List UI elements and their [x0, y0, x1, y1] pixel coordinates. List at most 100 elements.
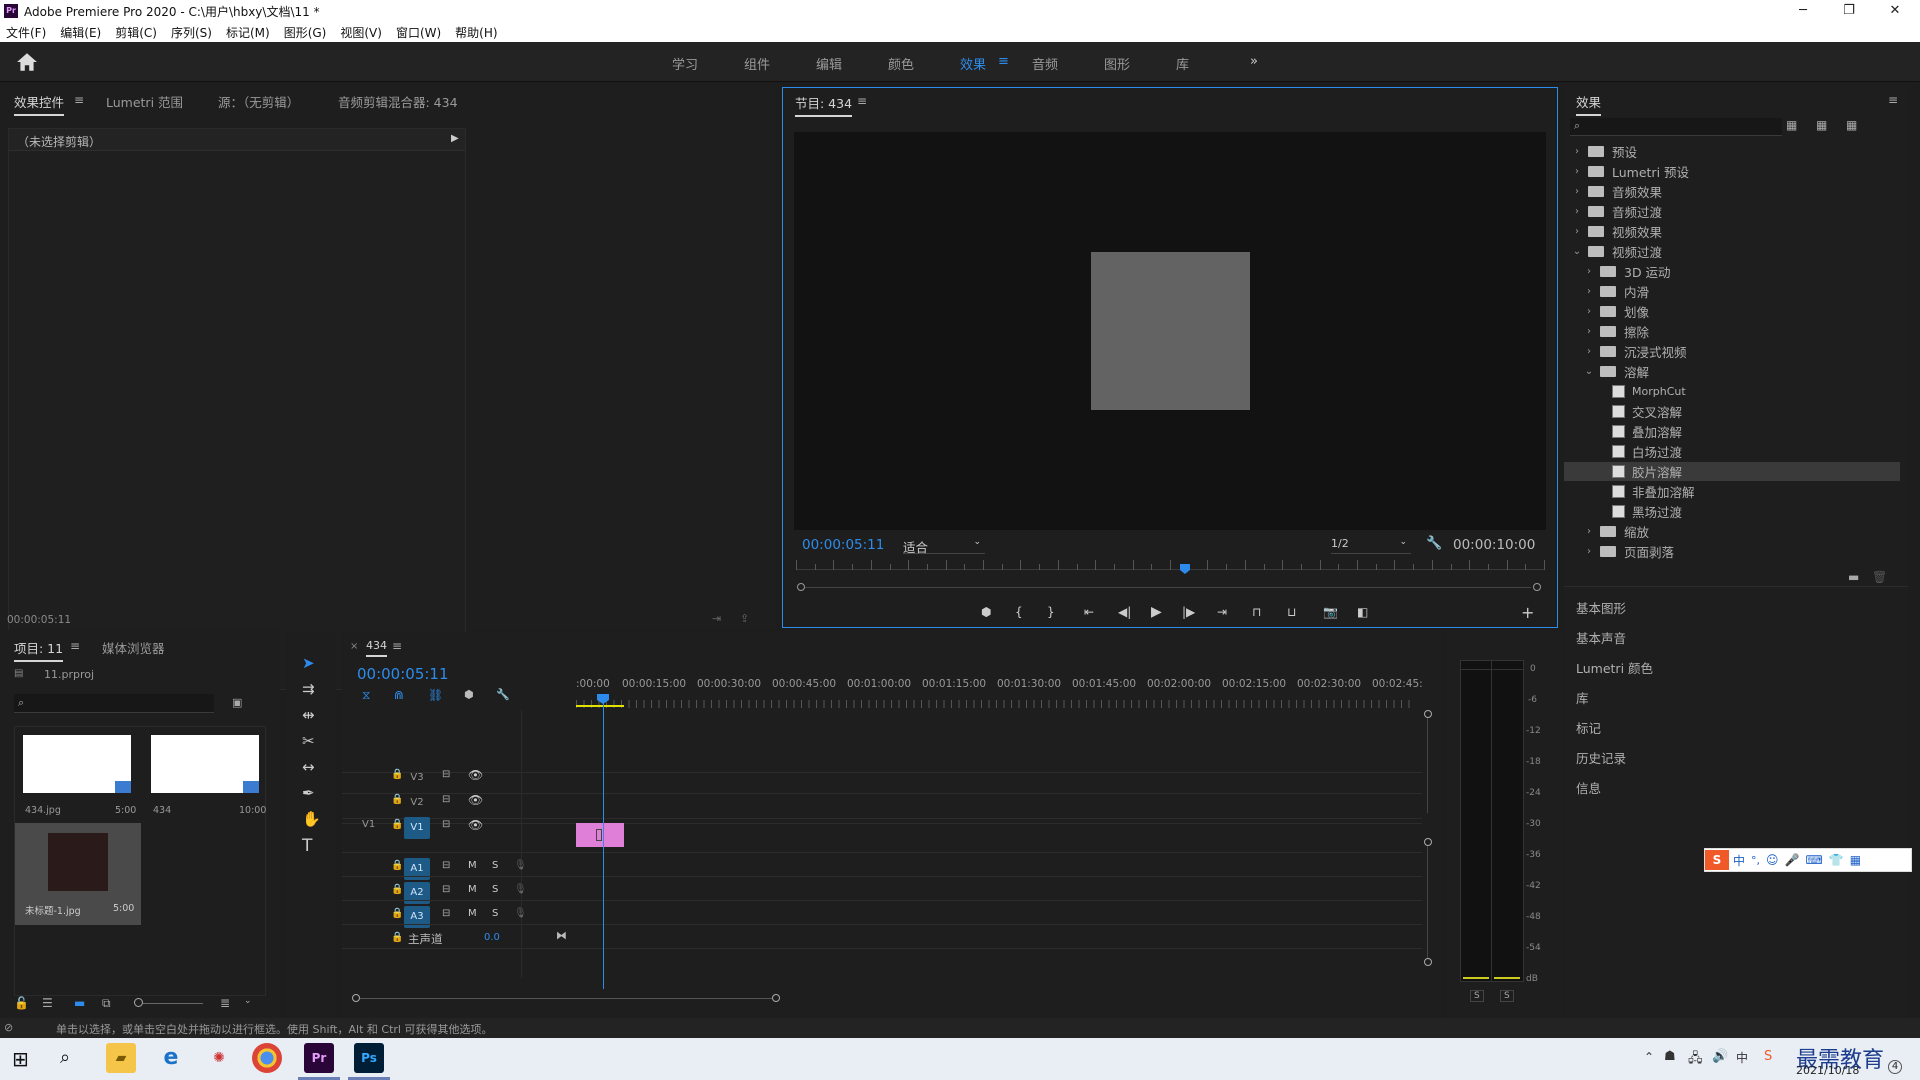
panel-markers[interactable]: 标记: [1576, 718, 1601, 737]
linked-selection-icon[interactable]: ⛓: [428, 688, 443, 702]
solo-button[interactable]: S: [492, 884, 498, 895]
ime-keyboard-icon[interactable]: ⌨: [1805, 853, 1822, 867]
sync-lock-icon[interactable]: ⊟: [442, 794, 450, 805]
ime-voice-icon[interactable]: 🎤: [1785, 853, 1800, 867]
vscroll-track[interactable]: [1427, 718, 1428, 813]
timeline-settings-icon[interactable]: 🔧: [496, 688, 510, 701]
close-button[interactable]: ✕: [1872, 0, 1918, 22]
track-v1-label[interactable]: V1: [404, 817, 430, 839]
delete-icon[interactable]: 🗑: [1872, 570, 1887, 584]
tab-sequence-434[interactable]: 434: [366, 639, 387, 657]
effect-folder[interactable]: › 页面剥落: [1564, 542, 1894, 561]
audio-vscroll-handle-bottom[interactable]: [1424, 958, 1432, 966]
new-custom-bin-icon[interactable]: ▬: [1848, 570, 1859, 584]
thumb-434-jpg[interactable]: [23, 735, 131, 793]
comparison-view-icon[interactable]: ◧: [1357, 605, 1368, 619]
chevron-right-icon[interactable]: ›: [1582, 306, 1596, 317]
voiceover-mic-icon[interactable]: 🎙: [514, 860, 527, 871]
menu-clip[interactable]: 剪辑(C): [115, 24, 157, 41]
close-sequence-icon[interactable]: ×: [350, 641, 358, 652]
timeline-ruler[interactable]: :00:00 00:00:15:00 00:00:30:00 00:00:45:…: [576, 672, 1423, 708]
freeform-view-icon[interactable]: ⧉: [102, 996, 111, 1011]
panel-essential-graphics[interactable]: 基本图形: [1576, 598, 1626, 617]
mark-in-icon[interactable]: {: [1015, 605, 1023, 619]
workspace-libraries[interactable]: 库: [1176, 54, 1189, 73]
ime-toolbox-icon[interactable]: ▦: [1850, 853, 1861, 867]
sync-lock-icon[interactable]: ⊟: [442, 860, 450, 871]
32bit-color-icon[interactable]: ▦: [1816, 118, 1827, 132]
lift-icon[interactable]: ⊓: [1252, 605, 1261, 619]
tray-chevron-icon[interactable]: ⌃: [1644, 1050, 1654, 1064]
tab-effect-controls[interactable]: 效果控件: [14, 92, 65, 116]
menu-graphics[interactable]: 图形(G): [284, 24, 327, 41]
windows-start-icon[interactable]: ⊞: [12, 1047, 29, 1071]
snap-magnet-icon[interactable]: ⋒: [394, 688, 404, 702]
source-patch-v1[interactable]: V1: [362, 819, 375, 830]
chevron-right-icon[interactable]: ›: [1582, 546, 1596, 557]
track-v3-label[interactable]: V3: [404, 767, 430, 789]
effect-item[interactable]: 白场过渡: [1564, 442, 1894, 461]
project-menu-icon[interactable]: ≡: [70, 639, 80, 653]
menu-markers[interactable]: 标记(M): [226, 24, 270, 41]
icon-view-icon[interactable]: ▬: [74, 996, 85, 1010]
master-expand-icon[interactable]: ⧓: [556, 929, 567, 942]
panel-menu-icon[interactable]: ≡: [74, 93, 84, 107]
effect-folder[interactable]: › 预设: [1564, 142, 1894, 161]
edge-browser-icon[interactable]: e: [156, 1043, 186, 1073]
lock-track-a3-icon[interactable]: 🔒: [391, 908, 403, 919]
hscroll-left-handle[interactable]: [352, 994, 360, 1002]
hand-tool-icon[interactable]: ✋: [302, 810, 321, 828]
button-editor-plus-icon[interactable]: +: [1521, 603, 1534, 622]
chrome-icon[interactable]: [252, 1043, 282, 1073]
mute-button[interactable]: M: [468, 860, 477, 871]
timeline-menu-icon[interactable]: ≡: [392, 639, 402, 653]
effect-folder[interactable]: › 音频过渡: [1564, 202, 1894, 221]
effect-item[interactable]: 叠加溶解: [1564, 422, 1894, 441]
tray-app-icon[interactable]: ☗: [1664, 1049, 1676, 1064]
chevron-right-icon[interactable]: ›: [1582, 286, 1596, 297]
zoom-slider-track[interactable]: [143, 1003, 203, 1004]
timeline-marker-icon[interactable]: ⬢: [464, 688, 474, 701]
play-icon[interactable]: ▶: [1151, 604, 1162, 620]
effect-folder[interactable]: › 划像: [1564, 302, 1894, 321]
tab-media-browser[interactable]: 媒体浏览器: [102, 638, 165, 657]
menu-help[interactable]: 帮助(H): [455, 24, 497, 41]
lock-track-v1-icon[interactable]: 🔒: [391, 819, 403, 830]
timeline-clip[interactable]: [576, 823, 624, 847]
home-icon[interactable]: [16, 52, 38, 72]
zoom-handle-right[interactable]: [1533, 583, 1541, 591]
lock-master-icon[interactable]: 🔒: [391, 932, 403, 943]
timeline-timecode[interactable]: 00:00:05:11: [357, 665, 449, 683]
expand-arrow-icon[interactable]: ▶: [451, 133, 459, 144]
program-playhead[interactable]: [1179, 564, 1190, 574]
solo-button[interactable]: S: [492, 860, 498, 871]
add-marker-icon[interactable]: ⬢: [981, 605, 991, 619]
panel-libraries[interactable]: 库: [1576, 688, 1589, 707]
sync-lock-icon[interactable]: ⊟: [442, 819, 450, 830]
workspace-color[interactable]: 颜色: [888, 54, 914, 73]
audio-vscroll-handle[interactable]: [1424, 838, 1432, 846]
lock-track-a1-icon[interactable]: 🔒: [391, 860, 403, 871]
app-icon[interactable]: ✺: [204, 1043, 234, 1073]
workspace-audio[interactable]: 音频: [1032, 54, 1058, 73]
zoom-slider-handle[interactable]: [134, 998, 143, 1007]
yuv-effects-icon[interactable]: ▦: [1846, 118, 1857, 132]
program-time-ruler[interactable]: [796, 560, 1545, 570]
project-search-input[interactable]: ⌕: [14, 694, 214, 713]
workspace-menu-icon[interactable]: ≡: [998, 54, 1009, 69]
menu-window[interactable]: 窗口(W): [396, 24, 441, 41]
share-icon[interactable]: ⇪: [740, 612, 749, 625]
accelerated-effects-icon[interactable]: ▦: [1786, 118, 1797, 132]
effect-folder[interactable]: › 3D 运动: [1564, 262, 1894, 281]
ime-punct-icon[interactable]: °,: [1751, 854, 1760, 867]
lock-track-v3-icon[interactable]: 🔒: [391, 769, 403, 780]
vscroll-handle[interactable]: [1424, 710, 1432, 718]
tab-effects[interactable]: 效果: [1576, 92, 1602, 116]
effect-folder[interactable]: › 音频效果: [1564, 182, 1894, 201]
chevron-right-icon[interactable]: ›: [1582, 266, 1596, 277]
menu-view[interactable]: 视图(V): [340, 24, 382, 41]
ripple-edit-tool-icon[interactable]: ⇹: [302, 706, 315, 724]
step-back-icon[interactable]: ◀|: [1118, 605, 1131, 619]
effects-search-input[interactable]: ⌕: [1570, 118, 1782, 136]
audio-vscroll-track[interactable]: [1427, 846, 1428, 958]
